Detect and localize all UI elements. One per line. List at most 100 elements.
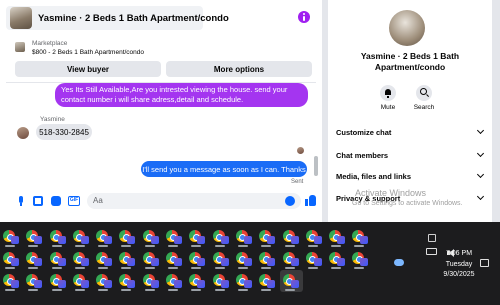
taskbar-item[interactable]: [70, 270, 93, 292]
taskbar-item[interactable]: [47, 270, 70, 292]
profile-badge-icon: [57, 280, 66, 288]
taskbar-item[interactable]: [210, 270, 233, 292]
running-indicator: [307, 267, 318, 269]
clock-time[interactable]: 7:06 PM: [440, 250, 478, 257]
profile-badge-icon: [11, 236, 19, 244]
taskbar-item[interactable]: [303, 226, 326, 248]
taskbar-item[interactable]: [116, 248, 139, 270]
profile-badge-icon: [174, 258, 183, 266]
taskbar-item[interactable]: [0, 248, 23, 270]
taskbar-item[interactable]: [116, 270, 139, 292]
message-input[interactable]: Aa: [87, 193, 301, 209]
outgoing-message[interactable]: Yes Its Still Available,Are you intreste…: [55, 83, 308, 107]
taskbar-item[interactable]: [93, 270, 116, 292]
taskbar-item[interactable]: [163, 248, 186, 270]
taskbar-item[interactable]: [280, 248, 303, 270]
taskbar-item[interactable]: [279, 270, 303, 292]
running-indicator: [168, 289, 179, 291]
profile-badge-icon: [267, 280, 276, 288]
photo-icon[interactable]: [33, 196, 43, 206]
running-indicator: [307, 245, 318, 247]
taskbar-item[interactable]: [47, 248, 70, 270]
taskbar-item[interactable]: [47, 226, 70, 248]
view-buyer-button[interactable]: View buyer: [15, 61, 161, 77]
profile-badge-icon: [197, 258, 206, 266]
taskbar-item[interactable]: [256, 248, 279, 270]
profile-badge-icon: [337, 236, 346, 244]
profile-photo[interactable]: [389, 10, 425, 46]
taskbar-item[interactable]: [256, 270, 279, 292]
section-label: Media, files and links: [336, 171, 412, 181]
more-options-button[interactable]: More options: [166, 61, 312, 77]
running-indicator: [98, 267, 109, 269]
running-indicator: [261, 289, 272, 291]
taskbar-item[interactable]: [23, 248, 46, 270]
section-customize-chat[interactable]: Customize chat: [336, 125, 486, 139]
profile-badge-icon: [290, 280, 299, 288]
notification-icon[interactable]: [480, 259, 489, 267]
taskbar-item[interactable]: [349, 248, 372, 270]
running-indicator: [191, 267, 202, 269]
taskbar-item[interactable]: [233, 248, 256, 270]
taskbar-item[interactable]: [116, 226, 139, 248]
taskbar-item[interactable]: [186, 248, 209, 270]
sender-avatar[interactable]: [17, 127, 29, 139]
taskbar-item[interactable]: [70, 226, 93, 248]
info-icon[interactable]: [298, 11, 310, 23]
emoji-icon[interactable]: [285, 196, 295, 206]
profile-badge-icon: [104, 236, 113, 244]
taskbar-item[interactable]: [23, 226, 46, 248]
taskbar-item[interactable]: [233, 226, 256, 248]
mute-label[interactable]: Mute: [373, 104, 403, 111]
taskbar-item[interactable]: [186, 270, 209, 292]
taskbar-item[interactable]: [163, 270, 186, 292]
microphone-icon[interactable]: [16, 196, 26, 206]
taskbar-item[interactable]: [93, 226, 116, 248]
search-label[interactable]: Search: [409, 104, 439, 111]
taskbar-item[interactable]: [326, 226, 349, 248]
taskbar-item[interactable]: [326, 248, 349, 270]
clock-day[interactable]: Tuesday: [440, 261, 478, 268]
profile-badge-icon: [150, 258, 159, 266]
taskbar-item[interactable]: [0, 270, 23, 292]
profile-badge-icon: [267, 258, 276, 266]
taskbar-item[interactable]: [0, 226, 23, 248]
taskbar-item[interactable]: [186, 226, 209, 248]
profile-badge-icon: [127, 258, 136, 266]
running-indicator: [5, 289, 15, 291]
running-indicator: [121, 267, 132, 269]
search-icon[interactable]: [416, 85, 432, 101]
taskbar-item[interactable]: [70, 248, 93, 270]
bell-icon[interactable]: [380, 85, 396, 101]
thumbs-up-icon[interactable]: [305, 195, 316, 206]
taskbar-item[interactable]: [23, 270, 46, 292]
taskbar-item[interactable]: [349, 226, 372, 248]
scrollbar[interactable]: [314, 156, 318, 176]
section-chat-members[interactable]: Chat members: [336, 148, 486, 162]
taskbar-item[interactable]: [140, 270, 163, 292]
taskbar-item[interactable]: [280, 226, 303, 248]
gif-icon[interactable]: GIF: [68, 196, 80, 206]
sticker-icon[interactable]: [51, 196, 61, 206]
running-indicator: [214, 289, 225, 291]
taskbar-item[interactable]: [256, 226, 279, 248]
incoming-message[interactable]: 518-330-2845: [36, 124, 92, 140]
outgoing-message[interactable]: I'll send you a message as soon as I can…: [141, 161, 307, 177]
listing-summary[interactable]: $800 - 2 Beds 1 Bath Apartment/condo: [32, 49, 144, 56]
network-icon[interactable]: [426, 248, 437, 255]
taskbar-item[interactable]: [93, 248, 116, 270]
taskbar-item[interactable]: [233, 270, 256, 292]
taskbar-item[interactable]: [140, 226, 163, 248]
taskbar-item[interactable]: [303, 248, 326, 270]
weather-icon[interactable]: [394, 259, 404, 266]
taskbar-item[interactable]: [210, 226, 233, 248]
taskbar-item[interactable]: [210, 248, 233, 270]
taskbar-item[interactable]: [140, 248, 163, 270]
clock-date[interactable]: 9/30/2025: [440, 271, 478, 278]
section-media-files-links[interactable]: Media, files and links: [336, 169, 486, 183]
profile-badge-icon: [174, 236, 183, 244]
section-label: Customize chat: [336, 127, 392, 137]
tray-overflow-icon[interactable]: [428, 234, 436, 242]
chat-header[interactable]: Yasmine · 2 Beds 1 Bath Apartment/condo: [6, 6, 229, 30]
taskbar-item[interactable]: [163, 226, 186, 248]
